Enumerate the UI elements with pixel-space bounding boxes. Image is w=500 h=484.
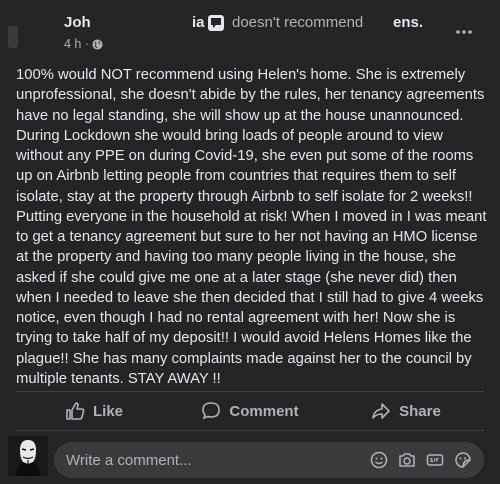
comment-icon	[202, 402, 221, 420]
comment-label: Comment	[229, 402, 299, 420]
comment-tools	[368, 449, 484, 471]
post-meta: 4 h ·	[64, 37, 103, 51]
share-icon	[372, 403, 390, 419]
page-name[interactable]: ens.	[393, 14, 423, 31]
sticker-icon[interactable]	[452, 449, 474, 471]
comment-placeholder: Write a comment...	[66, 451, 192, 469]
comment-button[interactable]: Comment	[172, 393, 328, 429]
post-text: 100% would NOT recommend using Helen's h…	[16, 67, 487, 387]
author-avatar[interactable]	[8, 26, 18, 48]
commenter-avatar[interactable]	[8, 436, 48, 476]
divider	[16, 391, 484, 392]
globe-icon	[92, 38, 103, 50]
comment-input[interactable]: Write a comment...	[54, 442, 484, 478]
camera-icon[interactable]	[396, 449, 418, 471]
author-name-tail[interactable]: ia	[192, 14, 205, 31]
like-icon	[66, 402, 85, 420]
share-label: Share	[399, 402, 441, 420]
like-button[interactable]: Like	[16, 393, 172, 429]
divider	[16, 430, 484, 431]
recommend-status: doesn't recommend	[232, 14, 364, 31]
recommend-icon	[208, 15, 224, 31]
post-time[interactable]: 4 h ·	[64, 37, 89, 51]
gif-icon[interactable]	[424, 449, 446, 471]
review-post: Joh ia doesn't recommend ens. 4 h · 100%…	[0, 0, 500, 484]
post-header: Joh ia doesn't recommend ens. 4 h ·	[0, 6, 500, 56]
share-button[interactable]: Share	[328, 393, 484, 429]
action-bar: Like Comment Share	[16, 393, 484, 429]
emoji-icon[interactable]	[368, 449, 390, 471]
author-name[interactable]: Joh	[64, 14, 91, 31]
like-label: Like	[92, 402, 123, 420]
more-icon[interactable]	[454, 22, 474, 42]
